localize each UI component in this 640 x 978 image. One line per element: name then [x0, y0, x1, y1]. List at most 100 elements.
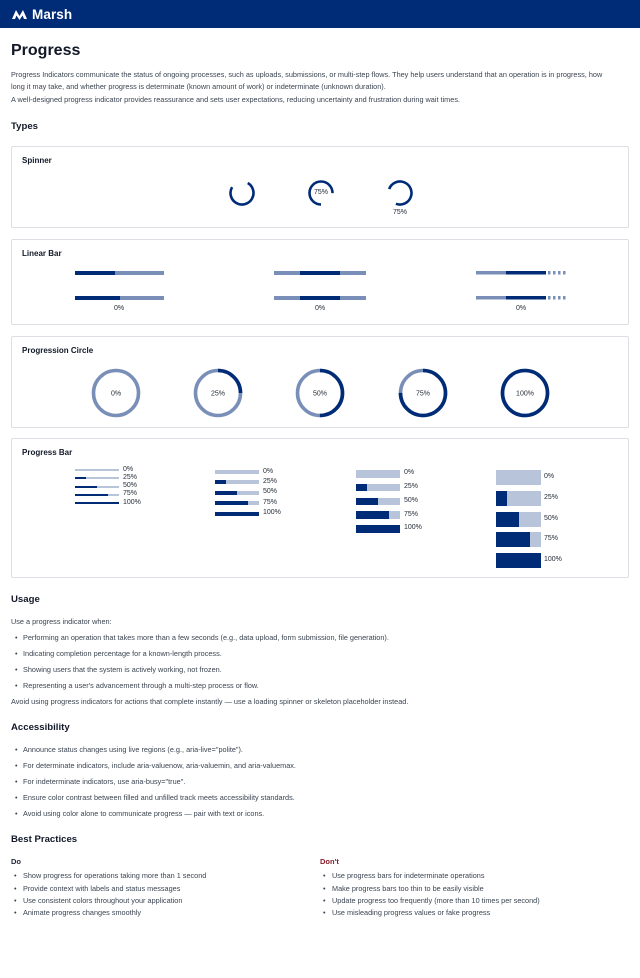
progress-bar — [215, 470, 259, 474]
progress-bar-fill — [75, 502, 119, 505]
progress-bar-label: 0% — [404, 469, 415, 477]
dont-item: • Use misleading progress values or fake … — [323, 908, 491, 917]
linear-bar-1a — [75, 271, 164, 275]
accessibility-heading: Accessibility — [11, 722, 70, 733]
best-practices-heading: Best Practices — [11, 834, 78, 845]
progress-bar-label: 0% — [123, 465, 134, 473]
progress-bar-label: 25% — [123, 473, 138, 481]
progress-bar-fill — [356, 525, 400, 533]
usage-avoid: Avoid using progress indicators for acti… — [11, 697, 409, 706]
spinner-inner-label: 75% — [313, 189, 328, 196]
progress-bar-label: 50% — [544, 514, 559, 522]
progress-bar — [356, 525, 400, 533]
progression-circle-card: Progression Circle 0% 25% 50% 75% 100% — [11, 336, 629, 428]
progress-bar-label: 50% — [123, 482, 138, 490]
progress-bar-label: 100% — [263, 509, 281, 517]
progress-bar — [215, 480, 259, 485]
progression-circle: 0% — [91, 368, 141, 418]
progress-bar-label: 100% — [123, 498, 141, 506]
progress-bar-label: 100% — [544, 556, 562, 564]
progress-bar — [496, 532, 541, 548]
linear-bar-1b — [75, 296, 164, 300]
progress-bar-label: 25% — [404, 483, 419, 491]
progress-bar-fill — [75, 477, 86, 480]
linear-bar-3a — [476, 271, 566, 275]
progress-bar-fill — [215, 511, 259, 516]
progress-bar — [215, 501, 259, 506]
intro-line-1: Progress Indicators communicate the stat… — [11, 70, 603, 79]
progress-bar-label: 75% — [123, 490, 138, 498]
progress-bar-fill — [356, 483, 367, 492]
progress-bar-label: 50% — [404, 496, 419, 504]
linear-bar-2b — [274, 296, 366, 300]
progress-bar — [496, 511, 541, 527]
progress-bar-fill — [356, 511, 389, 519]
progress-bar — [75, 493, 119, 496]
spinner-with-label-below — [387, 180, 413, 206]
progress-bar-card: Progress Bar 0% 25% 50% 75% 100% 0% 25% 50% 75% 1… — [11, 438, 629, 578]
progress-bar — [496, 470, 541, 485]
linear-bar-1-label: 0% — [113, 305, 125, 312]
progress-bar-fill — [496, 511, 519, 527]
progress-bar-fill — [496, 553, 541, 569]
progression-circle-label: 100% — [516, 391, 534, 398]
progress-bar — [75, 477, 119, 480]
linear-bar-2a — [274, 271, 366, 275]
top-bar: Marsh — [0, 0, 640, 28]
progress-bar-label: 50% — [263, 488, 278, 496]
progress-bar — [75, 502, 119, 505]
progress-bar — [356, 483, 400, 492]
usage-lead: Use a progress indicator when: — [11, 617, 112, 626]
progress-bar-label: 25% — [544, 493, 559, 501]
progress-bar — [496, 553, 541, 569]
progression-circles: 0% 25% 50% 75% 100% — [91, 368, 550, 418]
progress-bar-fill — [75, 493, 108, 496]
usage-item: • Representing a user's advancement throu… — [15, 681, 259, 690]
do-item: • Use consistent colors throughout your a… — [14, 896, 183, 905]
progress-bar-fill — [496, 532, 530, 548]
do-item: • Provide context with labels and status … — [14, 884, 181, 893]
accessibility-item: • For indeterminate indicators, use aria-… — [15, 777, 186, 786]
progression-circle-label: 75% — [416, 391, 430, 398]
progress-bar-label: 75% — [263, 498, 278, 506]
spinner-indeterminate — [229, 180, 255, 206]
page-title: Progress — [11, 42, 81, 59]
linear-bar-title: Linear Bar — [22, 249, 62, 258]
progress-bar-fill — [215, 490, 237, 495]
dont-item: • Use progress bars for indeterminate ope… — [323, 871, 485, 880]
progression-circle: 50% — [295, 368, 345, 418]
usage-item: • Performing an operation that takes more… — [15, 633, 389, 642]
progress-bar-title: Progress Bar — [22, 448, 73, 457]
accessibility-item: • For determinate indicators, include ari… — [15, 761, 296, 770]
progression-circle-label: 0% — [111, 391, 121, 398]
progression-circle: 25% — [193, 368, 243, 418]
progress-bar — [75, 469, 119, 471]
brand-logo[interactable]: Marsh — [11, 7, 72, 22]
progression-circle-label: 50% — [313, 391, 327, 398]
progress-bar — [215, 490, 259, 495]
dont-item: • Make progress bars too thin to be easil… — [323, 884, 484, 893]
brand-name: Marsh — [32, 6, 73, 22]
dont-item: • Update progress too frequently (more th… — [323, 896, 540, 905]
linear-bar-3-label: 0% — [515, 305, 527, 312]
progress-bar — [215, 511, 259, 516]
accessibility-item: • Avoid using color alone to communicate … — [15, 809, 265, 818]
progress-bar-label: 0% — [263, 467, 274, 475]
progression-circle-label: 25% — [211, 391, 225, 398]
spinner-title: Spinner — [22, 156, 52, 165]
accessibility-item: • Announce status changes using live regi… — [15, 745, 243, 754]
do-item: • Animate progress changes smoothly — [14, 908, 142, 917]
progress-bar-label: 25% — [263, 477, 278, 485]
progress-bar-label: 75% — [404, 510, 419, 518]
do-item: • Show progress for operations taking mor… — [14, 871, 207, 880]
usage-item: • Indicating completion percentage for a … — [15, 649, 222, 658]
linear-bar-card: Linear Bar 0% 0% 0% — [11, 239, 629, 325]
progress-bar-label: 100% — [404, 524, 422, 532]
accessibility-item: • Ensure color contrast between filled an… — [15, 793, 295, 802]
progress-bar — [356, 497, 400, 506]
progression-circle: 100% — [500, 368, 550, 418]
progress-bar-fill — [215, 501, 248, 506]
progress-bar-fill — [356, 497, 378, 506]
types-heading: Types — [11, 121, 39, 132]
progress-bar — [356, 511, 400, 519]
